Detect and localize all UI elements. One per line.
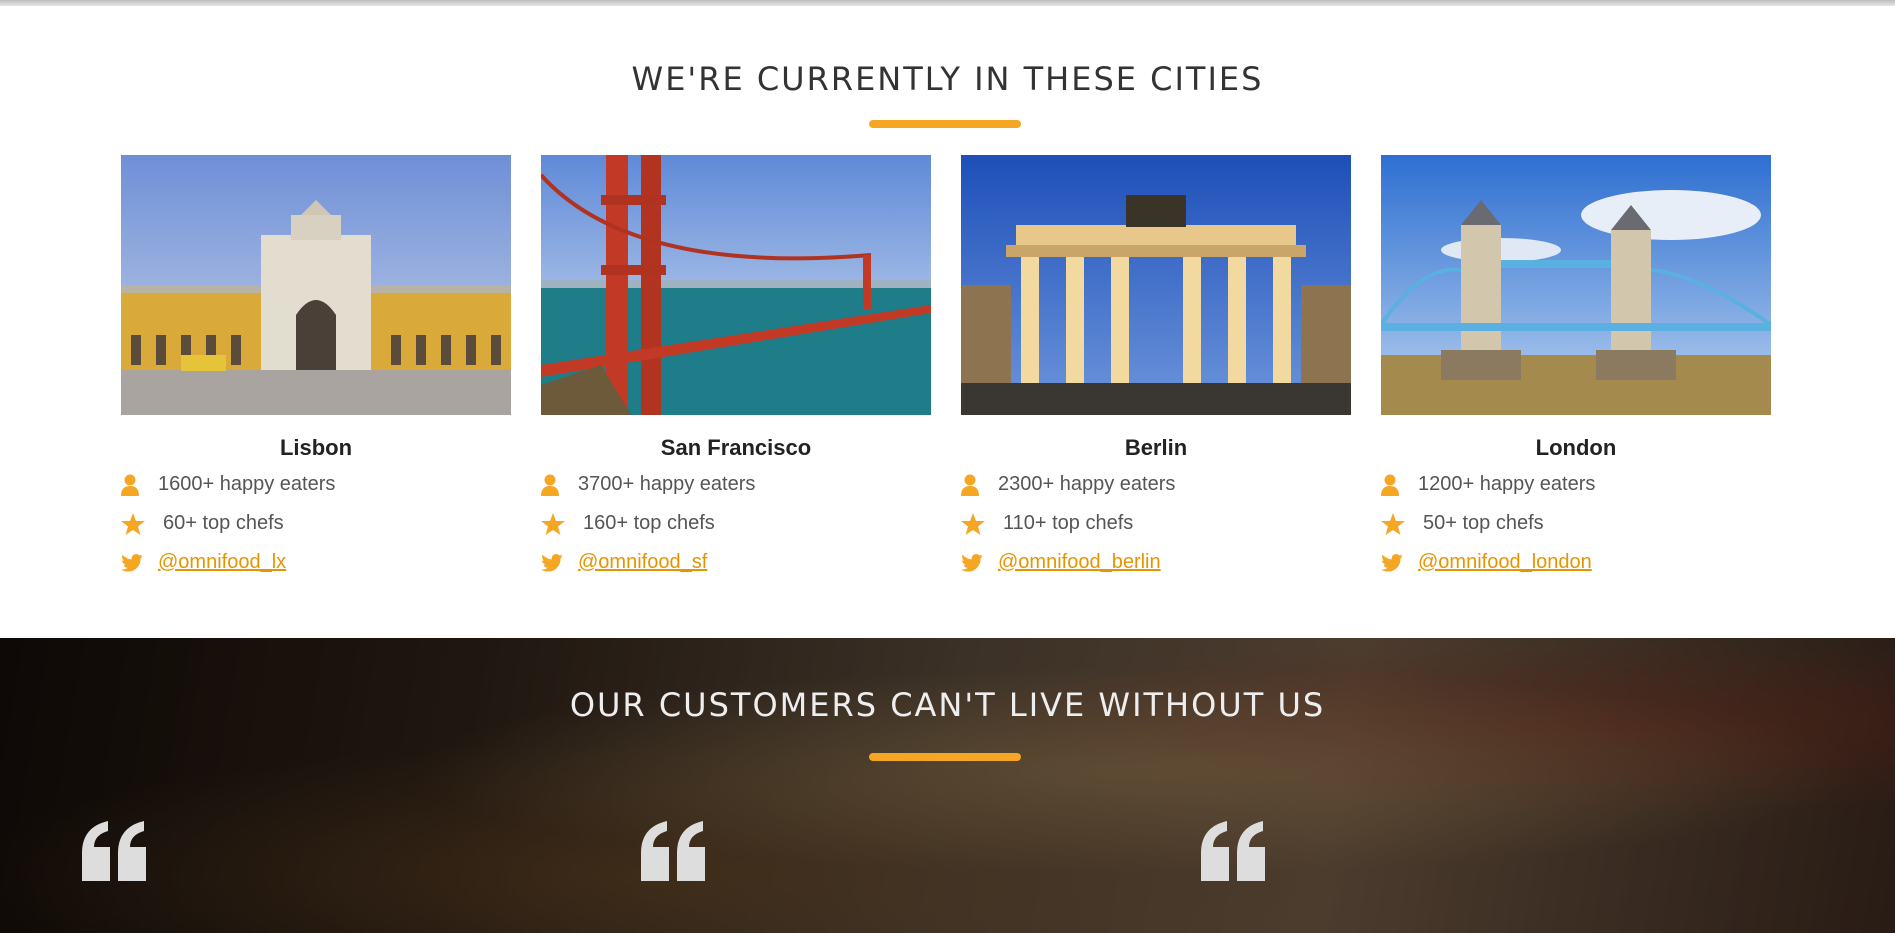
star-icon (1381, 512, 1418, 535)
cities-section: We're currently in these cities (0, 6, 1895, 638)
eaters-count: 3700+ happy eaters (578, 473, 756, 495)
chefs-count: 50+ top chefs (1423, 512, 1544, 534)
feature-chefs: 60+ top chefs (121, 504, 511, 543)
star-icon (121, 512, 158, 535)
feature-eaters: 3700+ happy eaters (541, 465, 931, 504)
person-icon (541, 474, 578, 496)
star-icon (961, 512, 998, 535)
feature-chefs: 110+ top chefs (961, 504, 1351, 543)
feature-twitter: @omnifood_london (1381, 543, 1771, 582)
eaters-count: 1200+ happy eaters (1418, 473, 1596, 495)
feature-twitter: @omnifood_lx (121, 543, 511, 582)
person-icon (1381, 474, 1418, 496)
quote-icon (82, 821, 154, 881)
city-box-berlin: Berlin 2300+ happy eaters 110+ top chefs… (961, 155, 1351, 582)
feature-eaters: 2300+ happy eaters (961, 465, 1351, 504)
city-photo-london (1381, 155, 1771, 415)
chefs-count: 110+ top chefs (1003, 512, 1134, 534)
person-icon (121, 474, 158, 496)
twitter-icon (961, 553, 998, 572)
testimonials-section: Our customers can't live without us (0, 638, 1895, 933)
city-name: Lisbon (279, 435, 353, 460)
testimonials-section-title: Our customers can't live without us (569, 686, 1326, 724)
city-name: Berlin (1124, 435, 1188, 460)
quote-icon (1201, 821, 1273, 881)
twitter-link[interactable]: @omnifood_london (1418, 551, 1592, 574)
feature-chefs: 50+ top chefs (1381, 504, 1771, 543)
twitter-link[interactable]: @omnifood_sf (578, 551, 707, 574)
background-overlay (0, 638, 1895, 933)
city-photo-berlin (961, 155, 1351, 415)
twitter-icon (541, 553, 578, 572)
city-photo-san-francisco (541, 155, 931, 415)
city-name: London (1535, 435, 1617, 460)
title-underline (869, 753, 1021, 761)
twitter-icon (121, 553, 158, 572)
city-name: San Francisco (660, 435, 812, 460)
feature-chefs: 160+ top chefs (541, 504, 931, 543)
title-underline (869, 120, 1021, 128)
quote-icon (641, 821, 713, 881)
twitter-icon (1381, 553, 1418, 572)
feature-twitter: @omnifood_sf (541, 543, 931, 582)
person-icon (961, 474, 998, 496)
city-box-london: London 1200+ happy eaters 50+ top chefs … (1381, 155, 1771, 582)
city-box-lisbon: Lisbon 1600+ happy eaters 60+ top chefs … (121, 155, 511, 582)
twitter-link[interactable]: @omnifood_lx (158, 551, 286, 574)
feature-twitter: @omnifood_berlin (961, 543, 1351, 582)
cities-section-title: We're currently in these cities (631, 60, 1264, 98)
city-box-san-francisco: San Francisco 3700+ happy eaters 160+ to… (541, 155, 931, 582)
feature-eaters: 1600+ happy eaters (121, 465, 511, 504)
city-photo-lisbon (121, 155, 511, 415)
chefs-count: 60+ top chefs (163, 512, 284, 534)
twitter-link[interactable]: @omnifood_berlin (998, 551, 1161, 574)
feature-eaters: 1200+ happy eaters (1381, 465, 1771, 504)
eaters-count: 2300+ happy eaters (998, 473, 1176, 495)
chefs-count: 160+ top chefs (583, 512, 715, 534)
eaters-count: 1600+ happy eaters (158, 473, 336, 495)
star-icon (541, 512, 578, 535)
